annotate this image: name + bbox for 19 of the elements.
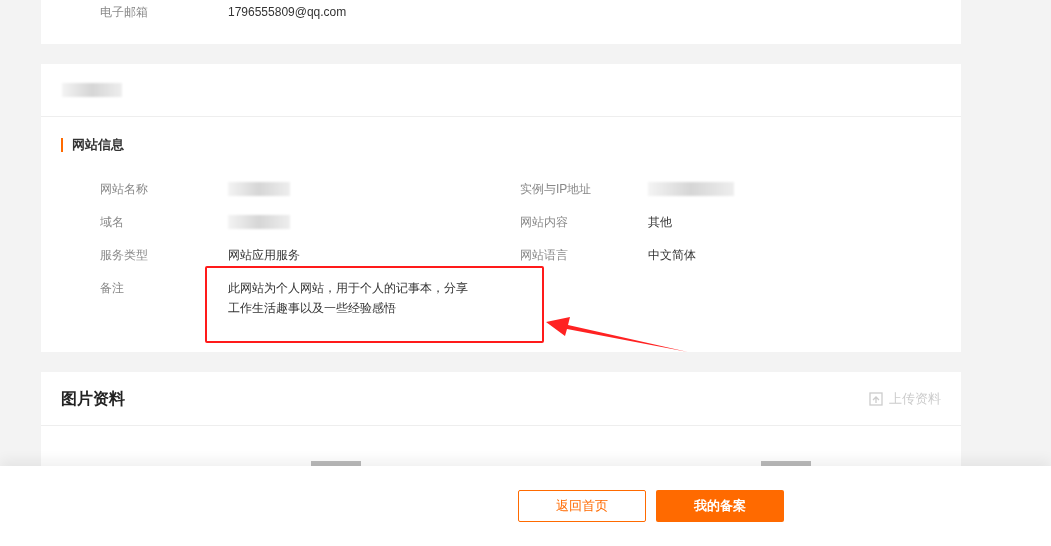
field-value: 此网站为个人网站，用于个人的记事本，分享工作生活趣事以及一些经验感悟 (228, 279, 469, 317)
field-label: 域名 (100, 213, 125, 231)
upload-icon (869, 391, 883, 406)
section-title: 网站信息 (72, 136, 124, 154)
field-value: 中文简体 (648, 246, 696, 264)
outline-button[interactable]: 返回首页 (517, 490, 646, 522)
field-label: 网站名称 (100, 180, 149, 198)
field-value: 网站应用服务 (228, 246, 300, 264)
field-label: 备注 (100, 279, 125, 297)
field-value: 其他 (648, 213, 672, 231)
field-label: 实例与IP地址 (520, 180, 593, 198)
card-title: 图片资料 (61, 388, 125, 409)
field-label: 服务类型 (100, 246, 149, 264)
accent-bar (61, 137, 63, 152)
field-label: 电子邮箱 (100, 4, 149, 21)
primary-button[interactable]: 我的备案 (655, 490, 784, 522)
field-label: 网站内容 (520, 213, 569, 231)
field-label: 网站语言 (520, 246, 569, 264)
field-value: 1796555809@qq.com (228, 4, 347, 21)
